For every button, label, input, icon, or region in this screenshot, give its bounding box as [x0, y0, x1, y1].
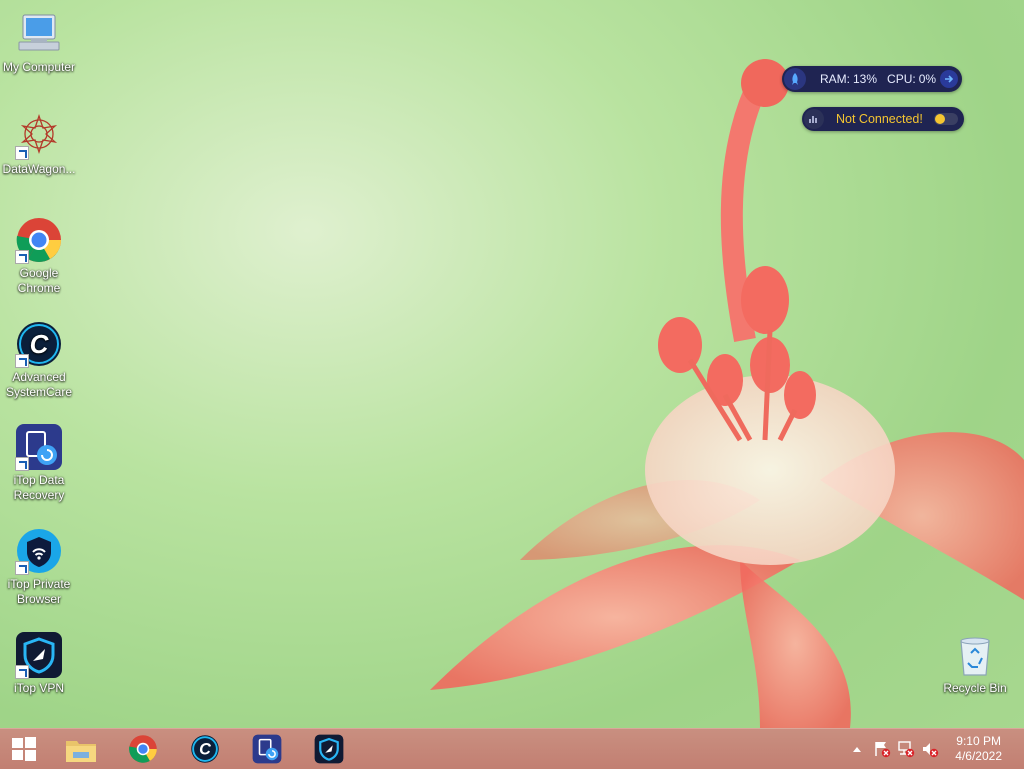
desktop-icon-label: DataWagon... — [2, 162, 76, 176]
desktop-icon-my-computer[interactable]: My Computer — [1, 10, 77, 75]
arrow-right-icon[interactable] — [940, 70, 958, 88]
flag-warning-icon — [875, 742, 891, 758]
taskbar-itop-vpn[interactable] — [307, 732, 351, 766]
chrome-icon — [15, 216, 63, 264]
cpu-label: CPU: — [887, 72, 916, 86]
vpn-status-text: Not Connected! — [836, 112, 923, 126]
desktop-icon-label: iTop VPN — [13, 681, 65, 695]
desktop-icon-advanced-systemcare[interactable]: C Advanced SystemCare — [1, 320, 77, 400]
datawagon-icon — [15, 112, 63, 160]
ram-value: 13% — [853, 72, 878, 86]
vpn-toggle[interactable] — [934, 113, 958, 125]
network-tray-button[interactable] — [897, 740, 915, 758]
desktop-icon-label: Advanced SystemCare — [5, 370, 73, 399]
ram-label: RAM: — [820, 72, 850, 86]
shortcut-arrow-icon — [15, 146, 29, 160]
action-center-tray-button[interactable] — [873, 740, 891, 758]
shortcut-arrow-icon — [15, 561, 29, 575]
network-disconnected-icon — [898, 741, 915, 758]
start-button[interactable] — [2, 732, 46, 766]
taskbar: C 9:10 PM 4/6/2022 — [0, 728, 1024, 769]
file-explorer-icon — [66, 741, 96, 762]
taskbar-itop-data-recovery[interactable] — [245, 732, 289, 766]
shortcut-arrow-icon — [15, 250, 29, 264]
advanced-systemcare-icon: C — [15, 320, 63, 368]
desktop-icon-label: Google Chrome — [17, 266, 61, 295]
itop-vpn-icon — [314, 734, 344, 764]
clock-date: 4/6/2022 — [955, 749, 1002, 763]
advanced-systemcare-icon: C — [191, 735, 219, 763]
system-clock[interactable]: 9:10 PM 4/6/2022 — [955, 734, 1002, 764]
desktop-icon-itop-vpn[interactable]: iTop VPN — [1, 631, 77, 696]
itop-data-recovery-icon — [15, 423, 63, 471]
chrome-icon — [129, 735, 157, 763]
computer-icon — [15, 10, 63, 58]
rocket-icon[interactable] — [784, 68, 806, 90]
svg-text:C: C — [199, 741, 211, 759]
shortcut-arrow-icon — [15, 457, 29, 471]
cpu-value: 0% — [918, 72, 937, 86]
taskbar-chrome[interactable] — [121, 732, 165, 766]
desktop-icon-datawagon[interactable]: DataWagon... — [1, 112, 77, 177]
toggle-knob — [935, 114, 945, 124]
chevron-up-icon — [853, 747, 861, 752]
taskbar-file-explorer[interactable] — [59, 732, 103, 766]
vpn-status-widget[interactable]: Not Connected! — [802, 107, 964, 131]
desktop-icon-label: iTop Data Recovery — [13, 473, 65, 502]
taskbar-advanced-systemcare[interactable]: C — [183, 732, 227, 766]
itop-data-recovery-icon — [252, 734, 282, 764]
desktop-icon-recycle-bin[interactable]: Recycle Bin — [937, 631, 1013, 696]
recycle-bin-icon — [951, 631, 999, 679]
volume-muted-icon — [923, 743, 939, 758]
start-icon — [12, 737, 36, 761]
desktop-icon-label: My Computer — [2, 60, 76, 74]
desktop-icon-itop-private-browser[interactable]: iTop Private Browser — [1, 527, 77, 607]
shortcut-arrow-icon — [15, 354, 29, 368]
signal-icon — [804, 109, 824, 129]
performance-monitor-widget[interactable]: RAM: 13% CPU: 0% — [782, 66, 962, 92]
desktop-icon-label: Recycle Bin — [943, 681, 1007, 695]
svg-text:C: C — [30, 329, 50, 359]
itop-private-browser-icon — [15, 527, 63, 575]
itop-vpn-icon — [15, 631, 63, 679]
shortcut-arrow-icon — [15, 665, 29, 679]
clock-time: 9:10 PM — [956, 734, 1001, 748]
volume-tray-button[interactable] — [921, 740, 939, 758]
desktop-icon-google-chrome[interactable]: Google Chrome — [1, 216, 77, 296]
desktop-icon-itop-data-recovery[interactable]: iTop Data Recovery — [1, 423, 77, 503]
desktop-icon-label: iTop Private Browser — [7, 577, 71, 606]
show-hidden-icons-button[interactable] — [850, 742, 864, 756]
